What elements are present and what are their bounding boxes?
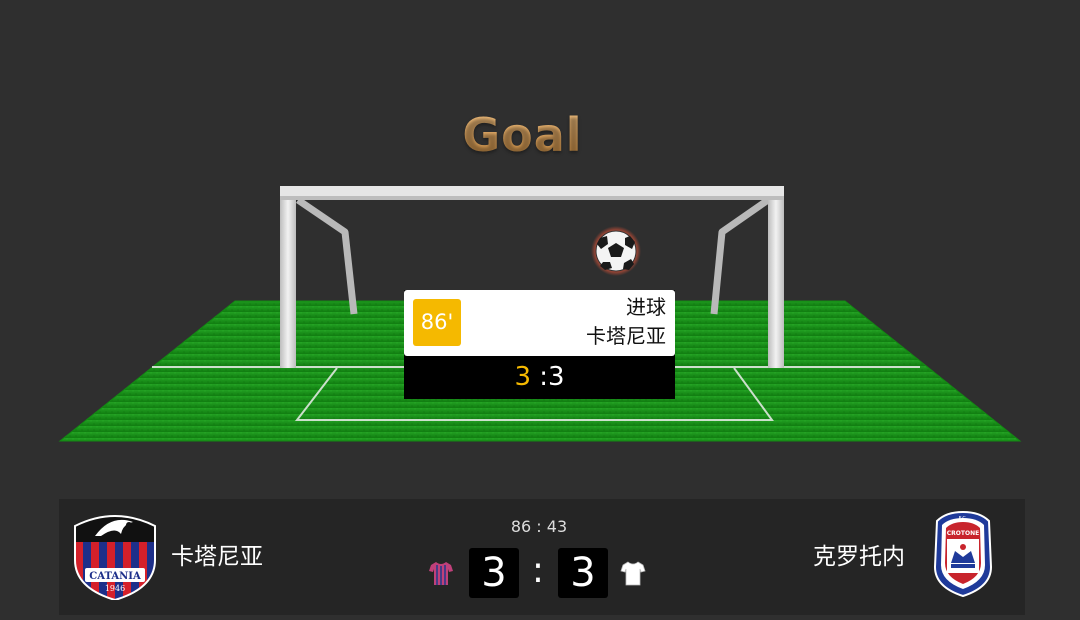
away-jersey-icon <box>620 561 646 586</box>
home-team-name: 卡塔尼亚 <box>171 544 263 570</box>
event-type: 进球 <box>626 295 666 319</box>
event-score-away: 3 <box>548 362 565 392</box>
event-minute-badge: 86' <box>413 299 461 346</box>
home-score: 3 <box>469 548 519 598</box>
crotone-crest-icon: F.C. CROTONE <box>933 511 993 597</box>
catania-crest-icon: CATANIA 1946 <box>74 515 156 600</box>
catania-crest-year: 1946 <box>105 584 125 593</box>
event-score-home: 3 <box>514 362 531 392</box>
match-clock: 86 : 43 <box>510 517 568 536</box>
goal-event-card: 86' 进球 卡塔尼亚 3 :3 <box>404 290 675 399</box>
home-jersey-icon <box>429 562 453 585</box>
away-score: 3 <box>558 548 608 598</box>
score-separator: : <box>531 550 545 591</box>
crotone-crest-fc: F.C. <box>959 516 968 522</box>
event-score: 3 :3 <box>404 356 675 399</box>
event-team: 卡塔尼亚 <box>586 324 666 348</box>
scoreboard-bar: CATANIA 1946 卡塔尼亚 86 : 43 3 : 3 克罗托内 F.C… <box>59 499 1025 615</box>
event-card-header: 86' 进球 卡塔尼亚 <box>404 290 675 356</box>
away-team-name: 克罗托内 <box>813 544 905 570</box>
event-score-separator: : <box>530 362 549 392</box>
crotone-crest-text: CROTONE <box>947 530 979 537</box>
catania-crest-text: CATANIA <box>89 571 141 582</box>
soccer-ball-icon <box>591 226 641 276</box>
